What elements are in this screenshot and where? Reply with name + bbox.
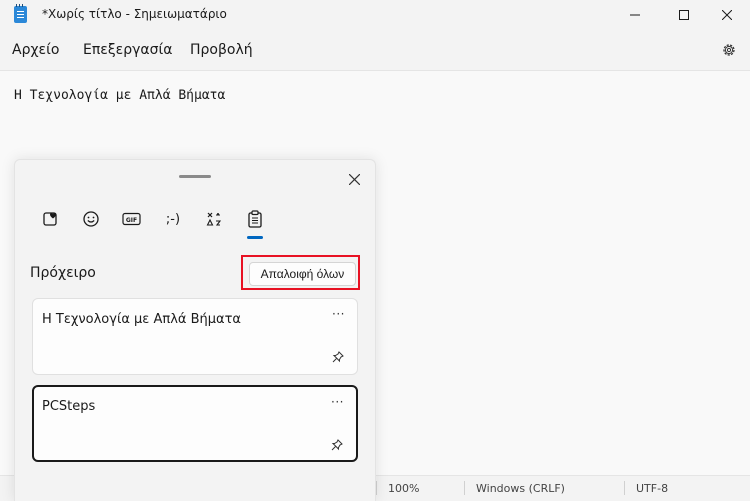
pin-button[interactable] (331, 350, 345, 364)
encoding: UTF-8 (636, 482, 669, 495)
tab-selected-indicator (247, 236, 263, 239)
clipboard-panel: GIF ;-) Πρόχειρο Απαλοιφή όλων Η Τεχνολο… (14, 159, 376, 501)
tab-emoji[interactable] (78, 207, 104, 231)
clipboard-item[interactable]: Η Τεχνολογία με Απλά Βήματα ··· (32, 298, 358, 375)
more-options-icon[interactable]: ··· (332, 307, 345, 321)
notepad-app-icon (14, 4, 27, 23)
title-bar: *Χωρίς τίτλο - Σημειωματάριο (0, 0, 750, 30)
menu-file[interactable]: Αρχείο (12, 42, 59, 58)
status-divider (464, 481, 465, 495)
kaomoji-icon: ;-) (165, 211, 181, 227)
clipboard-item[interactable]: PCSteps ··· (32, 385, 358, 462)
menu-bar: Αρχείο Επεξεργασία Προβολή (0, 30, 750, 71)
clear-all-button[interactable]: Απαλοιφή όλων (249, 262, 356, 286)
clipboard-item-text: PCSteps (42, 399, 96, 414)
tab-symbols[interactable] (201, 207, 227, 231)
smiley-icon (83, 211, 99, 227)
editor-content: Η Τεχνολογία με Απλά Βήματα (14, 88, 226, 103)
maximize-icon (679, 10, 689, 20)
pin-icon (332, 351, 344, 363)
settings-button[interactable] (718, 39, 740, 61)
clipboard-icon (248, 210, 262, 228)
menu-view[interactable]: Προβολή (190, 42, 253, 58)
symbols-icon (206, 212, 222, 226)
panel-close-button[interactable] (345, 170, 363, 188)
clipboard-heading: Πρόχειρο (30, 265, 96, 281)
minimize-icon (630, 14, 640, 16)
minimize-button[interactable] (612, 0, 658, 30)
maximize-button[interactable] (661, 0, 707, 30)
pin-icon (331, 439, 343, 451)
close-button[interactable] (704, 0, 750, 30)
more-options-icon[interactable]: ··· (331, 395, 344, 409)
status-divider (376, 481, 377, 495)
tab-gif[interactable]: GIF (119, 207, 145, 231)
drag-handle[interactable] (179, 175, 211, 178)
tab-kaomoji[interactable]: ;-) (160, 207, 186, 231)
window-title: *Χωρίς τίτλο - Σημειωματάριο (42, 7, 227, 21)
gear-icon (723, 44, 735, 56)
tab-clipboard[interactable] (242, 207, 268, 231)
tab-recent-emoji[interactable] (38, 207, 64, 231)
close-icon (348, 173, 360, 185)
heart-emoji-icon (43, 212, 57, 226)
pin-button[interactable] (330, 438, 344, 452)
gif-icon: GIF (122, 212, 141, 226)
line-ending: Windows (CRLF) (476, 482, 565, 495)
menu-edit[interactable]: Επεξεργασία (83, 42, 172, 58)
status-divider (624, 481, 625, 495)
svg-text:GIF: GIF (126, 217, 137, 224)
close-icon (722, 10, 732, 20)
clipboard-item-text: Η Τεχνολογία με Απλά Βήματα (42, 312, 241, 327)
zoom-level: 100% (388, 482, 420, 495)
